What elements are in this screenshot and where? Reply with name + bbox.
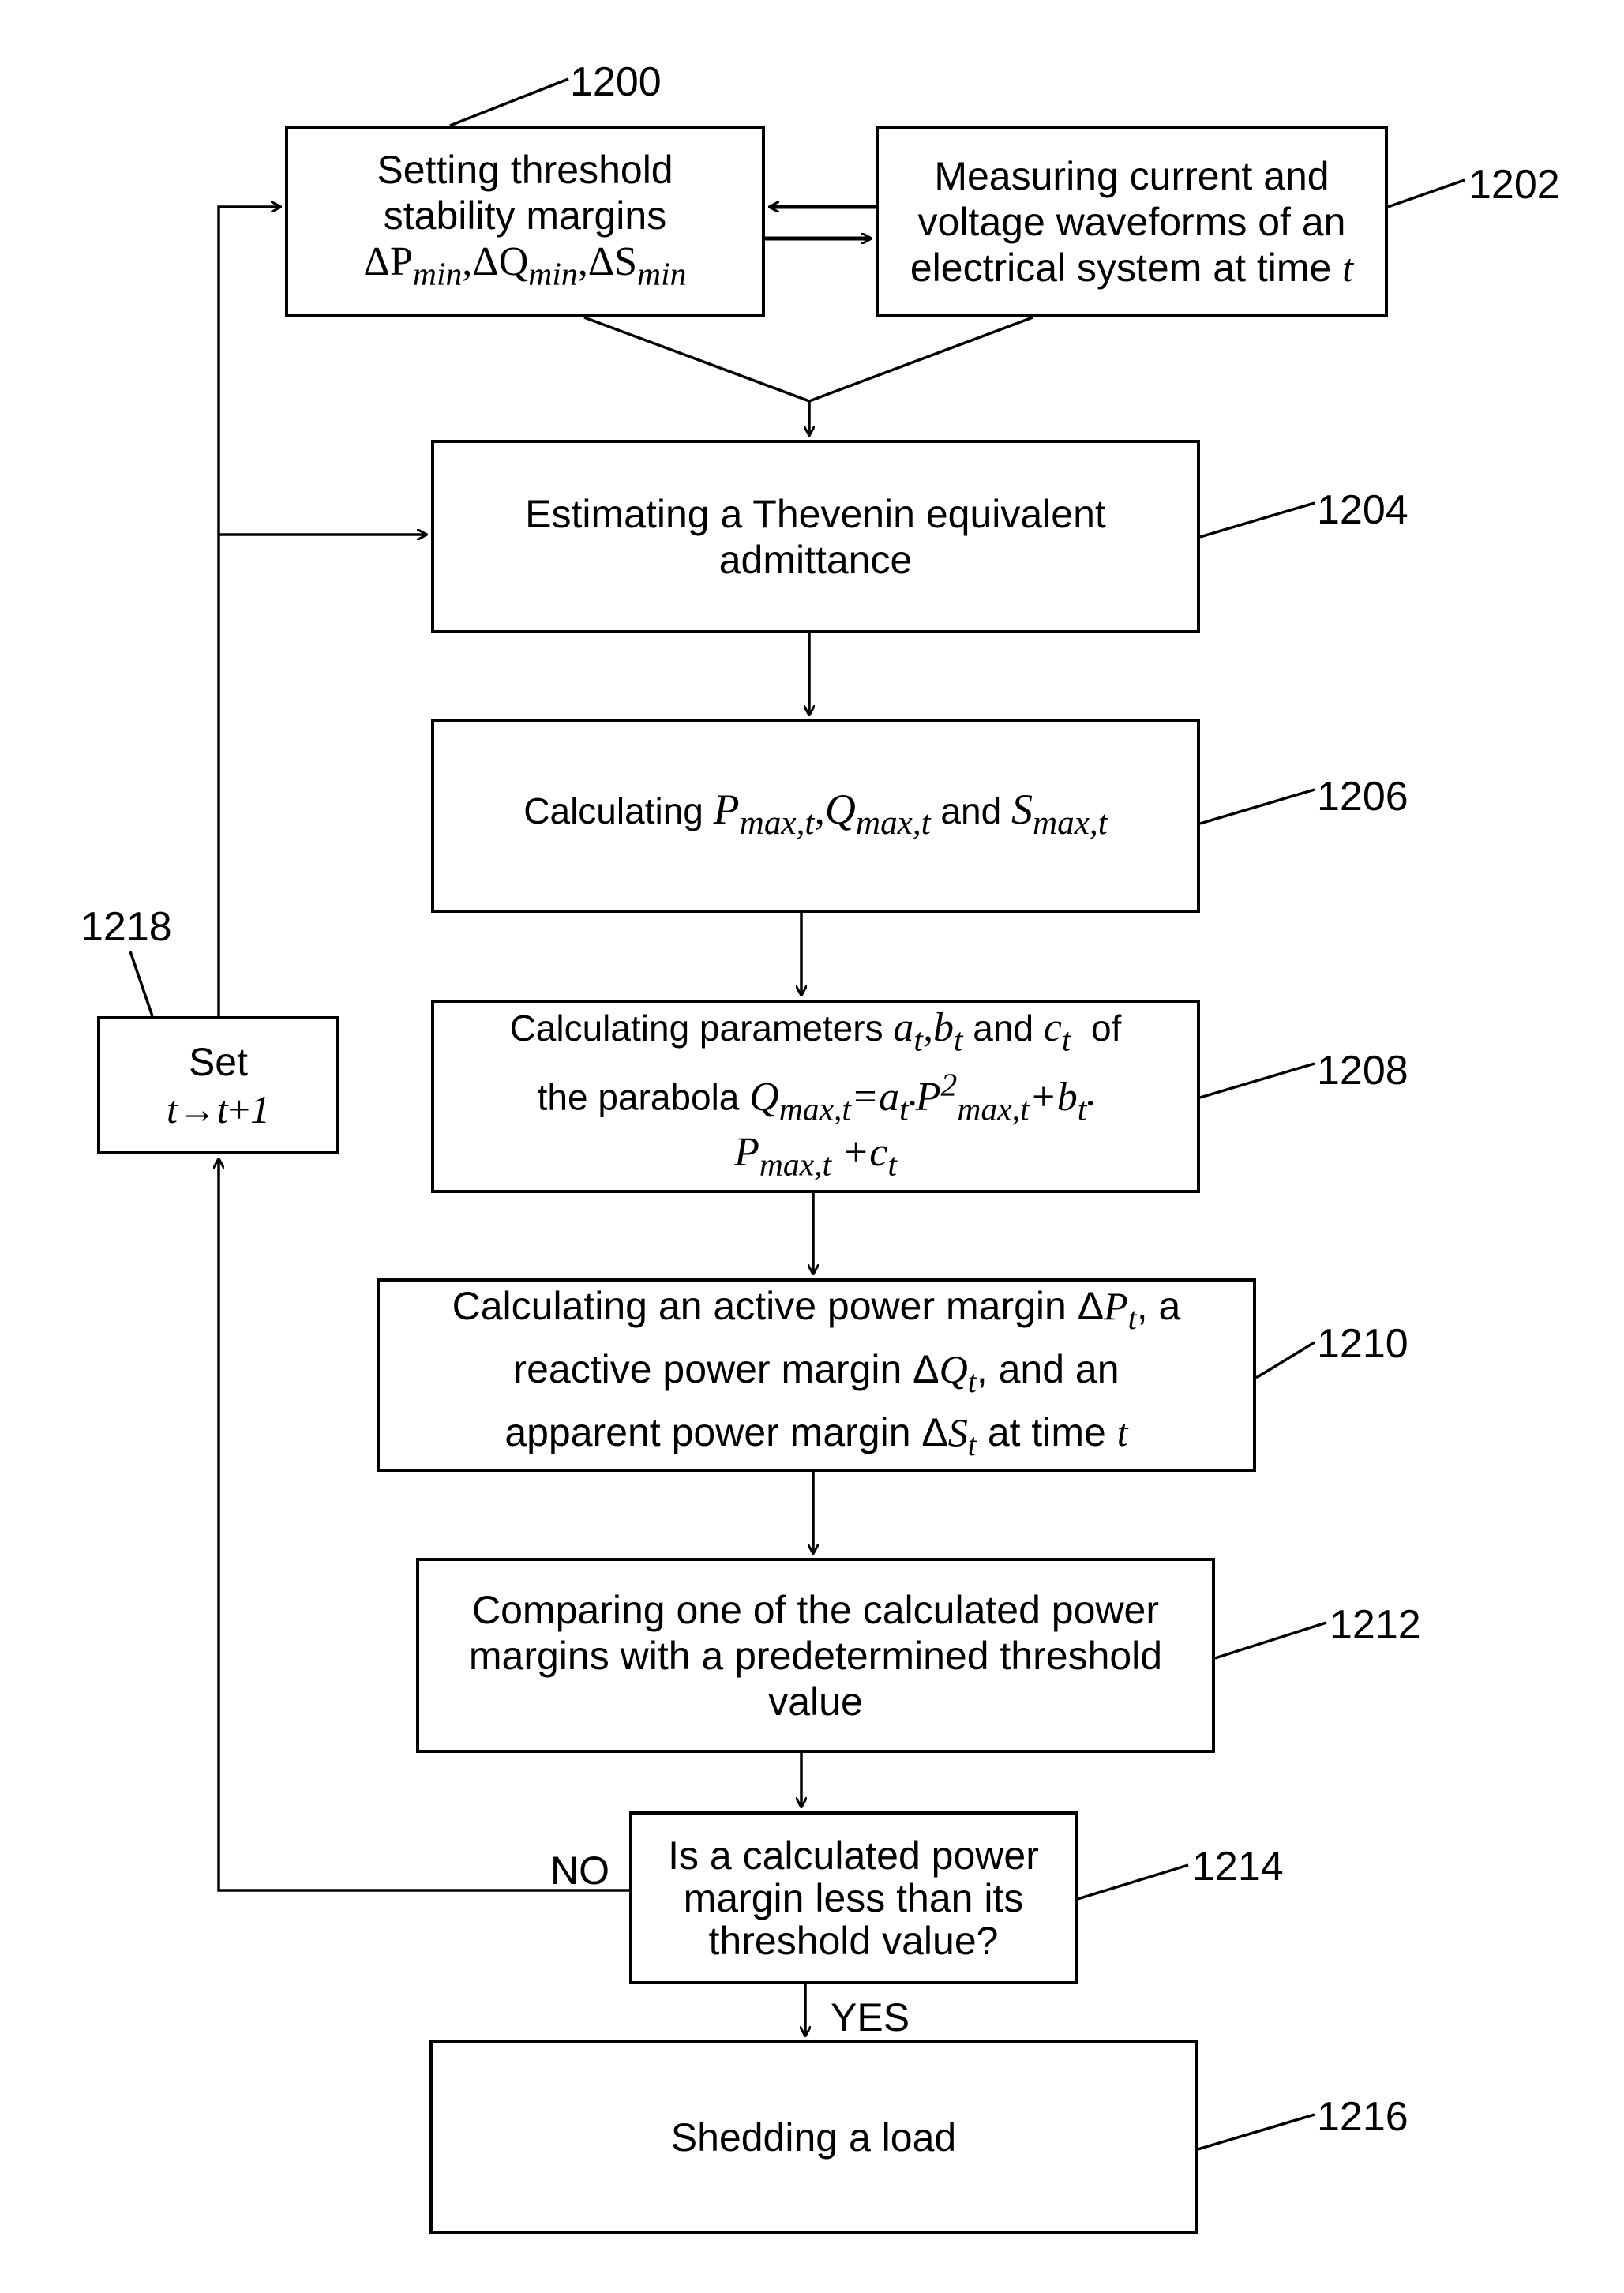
step-1216-shed-load: Shedding a load <box>429 2040 1198 2234</box>
leader-1214 <box>1077 1863 1189 1901</box>
leader-1218 <box>129 951 154 1017</box>
step-1202-line1: Measuring current and <box>934 153 1330 198</box>
step-1208-line2: the parabola <box>537 1076 740 1118</box>
step-1200-set-thresholds: Setting threshold stability margins ΔPmi… <box>285 126 765 317</box>
ref-1200: 1200 <box>570 59 662 105</box>
step-1212-text: Comparing one of the calculated power ma… <box>468 1587 1163 1724</box>
step-1214-decision: Is a calculated power margin less than i… <box>629 1811 1078 1984</box>
step-1214-text: Is a calculated power margin less than i… <box>668 1833 1039 1963</box>
leader-1216 <box>1197 2113 1315 2151</box>
step-1218-line1: Set <box>188 1039 249 1084</box>
leader-1210 <box>1255 1341 1315 1379</box>
step-1200-line2: stability margins <box>383 193 667 238</box>
ref-1216: 1216 <box>1317 2094 1408 2140</box>
step-1202-line3: electrical system at time <box>910 245 1332 290</box>
step-1206-smax: Smax,t <box>1011 785 1108 842</box>
loop-line-up <box>217 207 280 1016</box>
step-1202-measure-waveforms: Measuring current and voltage waveforms … <box>876 126 1388 317</box>
ref-1206: 1206 <box>1317 774 1408 820</box>
step-1208-line1: Calculating parameters <box>509 1008 883 1049</box>
leader-1202 <box>1387 178 1465 208</box>
step-1210-calc-margins: Calculating an active power margin ΔPt, … <box>377 1278 1256 1472</box>
step-1204-line1: Estimating a Thevenin equivalent <box>525 491 1106 536</box>
step-1200-line1: Setting threshold <box>377 147 673 192</box>
ref-1218: 1218 <box>81 904 172 950</box>
step-1208-formula: Qmax,t=at•P2max,t+bt• Pmax,t +ct <box>734 1065 1094 1183</box>
no-branch-line <box>219 1159 629 1892</box>
step-1206-pmax: Pmax,t,Qmax,t <box>713 785 931 842</box>
ref-1214: 1214 <box>1192 1844 1284 1890</box>
step-1202-line2: voltage waveforms of an <box>917 199 1346 244</box>
ref-1208: 1208 <box>1317 1048 1408 1094</box>
step-1216-text: Shedding a load <box>670 2115 957 2160</box>
step-1206-and: and <box>940 790 1002 831</box>
leader-1204 <box>1199 501 1315 539</box>
step-1206-calc-max-powers: Calculating Pmax,t,Qmax,t and Smax,t <box>431 719 1200 913</box>
merge-line-1202 <box>808 316 1033 403</box>
ref-1210: 1210 <box>1317 1321 1408 1367</box>
label-yes: YES <box>831 1995 910 2040</box>
ref-1212: 1212 <box>1330 1602 1421 1648</box>
leader-1212 <box>1214 1621 1327 1660</box>
step-1208-calc-parabola: Calculating parameters at,bt and ct of t… <box>431 1000 1200 1193</box>
step-1202-var-t: t <box>1342 245 1354 290</box>
merge-line-1200 <box>583 316 810 403</box>
ref-1202: 1202 <box>1468 162 1560 208</box>
label-no: NO <box>550 1848 609 1893</box>
step-1206-text: Calculating <box>523 790 703 831</box>
step-1218-increment-time: Set t→t+1 <box>97 1016 339 1154</box>
step-1204-estimate-thevenin: Estimating a Thevenin equivalent admitta… <box>431 440 1200 633</box>
ref-1204: 1204 <box>1317 487 1408 533</box>
step-1212-compare-margins: Comparing one of the calculated power ma… <box>416 1558 1215 1753</box>
leader-1208 <box>1199 1062 1315 1099</box>
leader-1200 <box>449 77 569 127</box>
step-1218-formula: t→t+1 <box>166 1086 270 1131</box>
leader-1206 <box>1199 788 1315 825</box>
step-1200-math: ΔPmin,ΔQmin,ΔSmin <box>363 238 687 292</box>
step-1204-line2: admittance <box>718 537 913 582</box>
